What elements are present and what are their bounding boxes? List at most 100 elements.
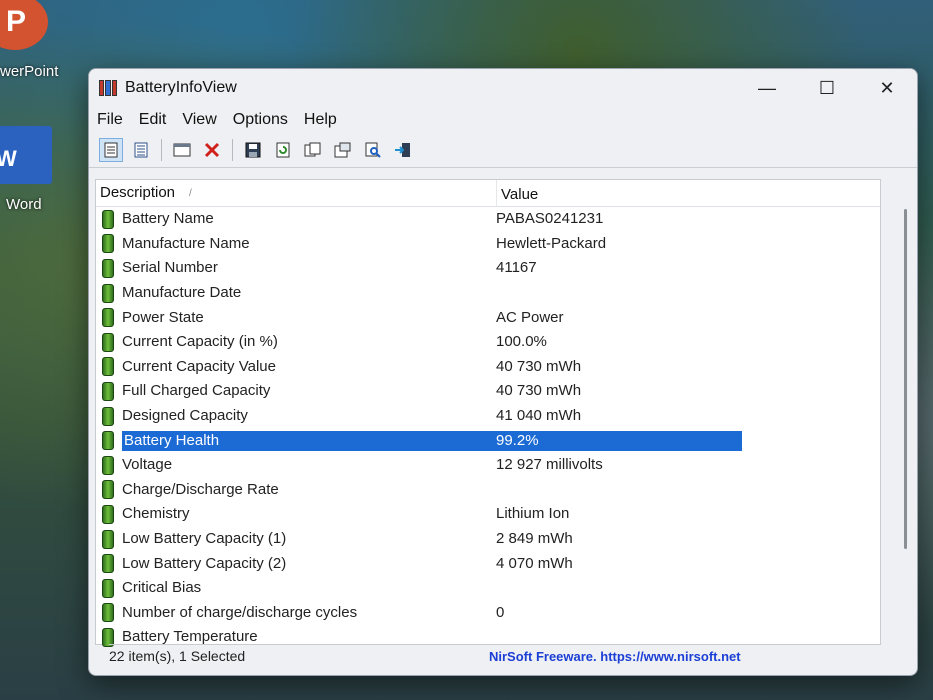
column-description-label: Description xyxy=(100,184,176,201)
column-header-description[interactable]: Description / xyxy=(96,180,496,206)
battery-icon xyxy=(102,258,114,278)
menu-view[interactable]: View xyxy=(180,111,226,129)
row-description-cell: Low Battery Capacity (2) xyxy=(96,551,496,576)
table-row[interactable]: Designed Capacity 41 040 mWh xyxy=(96,404,880,429)
row-description: Serial Number xyxy=(122,259,218,277)
battery-icon xyxy=(102,529,114,549)
battery-info-list[interactable]: Description / Value Battery Name PABAS024… xyxy=(95,179,881,647)
row-value: AC Power xyxy=(496,308,564,326)
sort-arrow-icon: / xyxy=(189,188,192,199)
details-view-icon[interactable] xyxy=(129,138,153,162)
scrollbar-thumb[interactable] xyxy=(904,209,907,549)
battery-icon xyxy=(102,381,114,401)
row-description: Full Charged Capacity xyxy=(122,382,271,400)
battery-icon xyxy=(102,406,114,426)
properties-icon[interactable] xyxy=(331,138,355,162)
row-description: Current Capacity (in %) xyxy=(122,333,278,351)
row-description-cell: Full Charged Capacity xyxy=(96,379,496,404)
battery-icon xyxy=(102,431,114,451)
maximize-button[interactable]: ☐ xyxy=(797,69,857,107)
table-row[interactable]: Power State AC Power xyxy=(96,305,880,330)
window-controls: — ☐ ✕ xyxy=(737,69,917,107)
powerpoint-letter: P xyxy=(5,5,26,38)
row-description-cell: Battery Name xyxy=(96,207,496,232)
window-title: BatteryInfoView xyxy=(125,79,237,96)
table-row[interactable]: Current Capacity (in %) 100.0% xyxy=(96,330,880,355)
menu-help[interactable]: Help xyxy=(302,111,347,129)
row-value xyxy=(496,480,742,500)
window-icon[interactable] xyxy=(170,138,194,162)
column-header-value[interactable]: Value xyxy=(496,180,880,206)
table-row[interactable]: Number of charge/discharge cycles 0 xyxy=(96,601,880,626)
battery-icon xyxy=(102,209,114,229)
table-row[interactable]: Current Capacity Value 40 730 mWh xyxy=(96,355,880,380)
table-row[interactable]: Voltage 12 927 millivolts xyxy=(96,453,880,478)
table-row[interactable]: Manufacture Date xyxy=(96,281,880,306)
row-description: Battery Name xyxy=(122,210,214,228)
battery-icon xyxy=(102,480,114,500)
toolbar-separator xyxy=(161,139,162,161)
close-button[interactable]: ✕ xyxy=(857,69,917,107)
refresh-icon[interactable] xyxy=(271,138,295,162)
row-value: 0 xyxy=(496,603,505,621)
table-row[interactable]: Battery Health 99.2% xyxy=(96,428,880,453)
minimize-button[interactable]: — xyxy=(737,69,797,107)
row-value: 12 927 millivolts xyxy=(496,456,603,474)
battery-icon xyxy=(102,578,114,598)
status-item-count: 22 item(s), 1 Selected xyxy=(109,648,246,664)
word-label[interactable]: Word xyxy=(6,196,42,213)
row-description: Power State xyxy=(122,308,204,326)
menu-options[interactable]: Options xyxy=(231,111,298,129)
row-value: 2 849 mWh xyxy=(496,530,573,548)
row-value: 40 730 mWh xyxy=(496,357,582,375)
table-row[interactable]: Charge/Discharge Rate xyxy=(96,478,880,503)
row-description-cell: Designed Capacity xyxy=(96,404,496,429)
row-value: 4 070 mWh xyxy=(496,554,573,572)
table-row[interactable]: Chemistry Lithium Ion xyxy=(96,502,880,527)
exit-icon[interactable] xyxy=(391,138,415,162)
table-row[interactable]: Low Battery Capacity (1) 2 849 mWh xyxy=(96,527,880,552)
list-view-icon[interactable] xyxy=(99,138,123,162)
delete-icon[interactable] xyxy=(200,138,224,162)
table-row[interactable]: Manufacture Name Hewlett-Packard xyxy=(96,232,880,257)
row-description-cell: Voltage xyxy=(96,453,496,478)
row-description: Number of charge/discharge cycles xyxy=(122,603,358,621)
find-icon[interactable] xyxy=(361,138,385,162)
row-value: PABAS0241231 xyxy=(496,210,604,228)
table-row[interactable]: Battery Name PABAS0241231 xyxy=(96,207,880,232)
menu-file[interactable]: File xyxy=(95,111,133,129)
row-description-cell: Manufacture Name xyxy=(96,232,496,257)
word-icon[interactable]: W xyxy=(0,126,52,184)
row-description: Current Capacity Value xyxy=(122,357,276,375)
copy-icon[interactable] xyxy=(301,138,325,162)
battery-icon xyxy=(102,234,114,254)
row-description: Chemistry xyxy=(122,505,190,523)
title-bar[interactable]: BatteryInfoView — ☐ ✕ xyxy=(89,69,917,107)
row-value: Hewlett-Packard xyxy=(496,234,607,252)
table-row[interactable]: Full Charged Capacity 40 730 mWh xyxy=(96,379,880,404)
batteryinfoview-window: BatteryInfoView — ☐ ✕ File Edit View Opt… xyxy=(88,68,918,676)
row-description-cell: Current Capacity Value xyxy=(96,355,496,380)
table-row[interactable]: Critical Bias xyxy=(96,576,880,601)
row-value: 99.2% xyxy=(496,430,742,451)
battery-icon xyxy=(102,283,114,303)
row-description: Battery Health xyxy=(122,430,496,451)
row-description-cell: Manufacture Date xyxy=(96,281,496,306)
row-description-cell: Charge/Discharge Rate xyxy=(96,478,496,503)
powerpoint-label[interactable]: werPoint xyxy=(0,63,58,80)
row-value xyxy=(496,283,742,303)
nirsoft-link[interactable]: NirSoft Freeware. https://www.nirsoft.ne… xyxy=(489,649,741,664)
toolbar-separator xyxy=(232,139,233,161)
menu-edit[interactable]: Edit xyxy=(137,111,177,129)
table-row[interactable]: Low Battery Capacity (2) 4 070 mWh xyxy=(96,551,880,576)
row-value xyxy=(496,578,742,598)
row-description: Designed Capacity xyxy=(122,407,248,425)
row-description-cell: Chemistry xyxy=(96,502,496,527)
row-description: Charge/Discharge Rate xyxy=(122,480,279,498)
row-value: Lithium Ion xyxy=(496,505,570,523)
row-description: Critical Bias xyxy=(122,579,202,597)
table-row[interactable]: Serial Number 41167 xyxy=(96,256,880,281)
vertical-scrollbar[interactable] xyxy=(899,205,907,551)
battery-icon xyxy=(102,603,114,623)
save-icon[interactable] xyxy=(241,138,265,162)
